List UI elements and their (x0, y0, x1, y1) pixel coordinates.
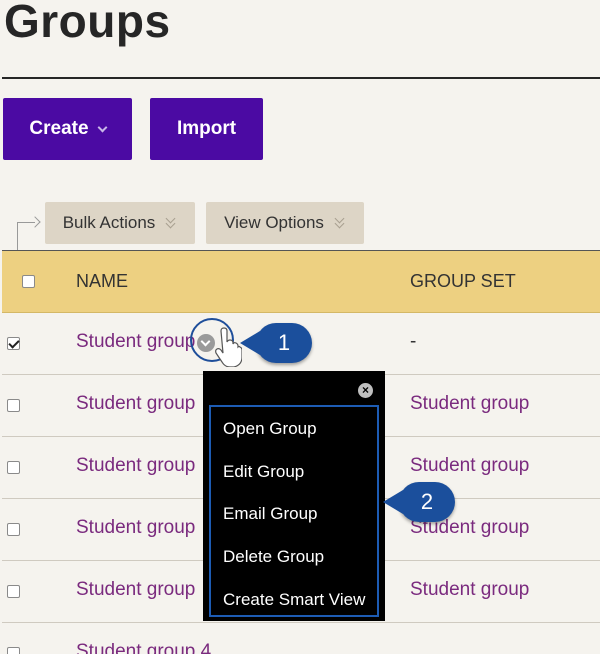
group-set-value: - (410, 331, 417, 352)
menu-item-create-smart-view[interactable]: Create Smart View (223, 590, 365, 610)
group-name-link[interactable]: Student group (76, 455, 195, 477)
row-checkbox[interactable] (7, 337, 20, 350)
bulk-connector-line (17, 222, 35, 250)
menu-item-delete-group[interactable]: Delete Group (223, 547, 324, 567)
row-checkbox[interactable] (7, 399, 20, 412)
row-checkbox[interactable] (7, 585, 20, 598)
group-name-link[interactable]: Student group (76, 393, 195, 415)
double-chevron-down-icon (334, 213, 346, 229)
create-button[interactable]: Create (3, 98, 132, 160)
double-chevron-down-icon (165, 213, 177, 229)
create-button-label: Create (29, 118, 89, 139)
menu-item-open-group[interactable]: Open Group (223, 419, 317, 439)
callout-step-2: 2 (399, 482, 455, 522)
import-button-label: Import (176, 118, 237, 139)
row-checkbox[interactable] (7, 461, 20, 474)
callout-step-1: 1 (256, 323, 312, 363)
hand-cursor-icon (215, 327, 242, 367)
row-context-menu: × Open Group Edit Group Email Group Dele… (203, 371, 385, 621)
page-title: Groups (4, 0, 171, 47)
view-options-button[interactable]: View Options (206, 202, 364, 244)
close-icon[interactable]: × (358, 383, 373, 398)
group-name-link[interactable]: Student group 4 (76, 641, 211, 654)
bulk-actions-label: Bulk Actions (62, 213, 156, 232)
row-checkbox[interactable] (7, 647, 20, 654)
group-name-link[interactable]: Student group (76, 517, 195, 539)
header-name[interactable]: NAME (76, 271, 128, 292)
group-set-link[interactable]: Student group (410, 579, 529, 601)
row-checkbox[interactable] (7, 523, 20, 536)
group-set-link[interactable]: Student group (410, 455, 529, 477)
view-options-label: View Options (224, 213, 324, 232)
group-set-link[interactable]: Student group (410, 393, 529, 415)
chevron-down-icon (97, 122, 108, 132)
select-all-checkbox[interactable] (22, 275, 35, 288)
header-group-set[interactable]: GROUP SET (410, 271, 516, 292)
menu-item-email-group[interactable]: Email Group (223, 504, 317, 524)
table-row: Student group 4 (2, 623, 600, 654)
group-name-link[interactable]: Student group (76, 331, 195, 353)
group-name-link[interactable]: Student group (76, 579, 195, 601)
bulk-actions-button[interactable]: Bulk Actions (45, 202, 195, 244)
table-header: NAME GROUP SET (2, 250, 600, 313)
title-divider (2, 77, 600, 79)
import-button[interactable]: Import (150, 98, 263, 160)
menu-item-edit-group[interactable]: Edit Group (223, 462, 304, 482)
